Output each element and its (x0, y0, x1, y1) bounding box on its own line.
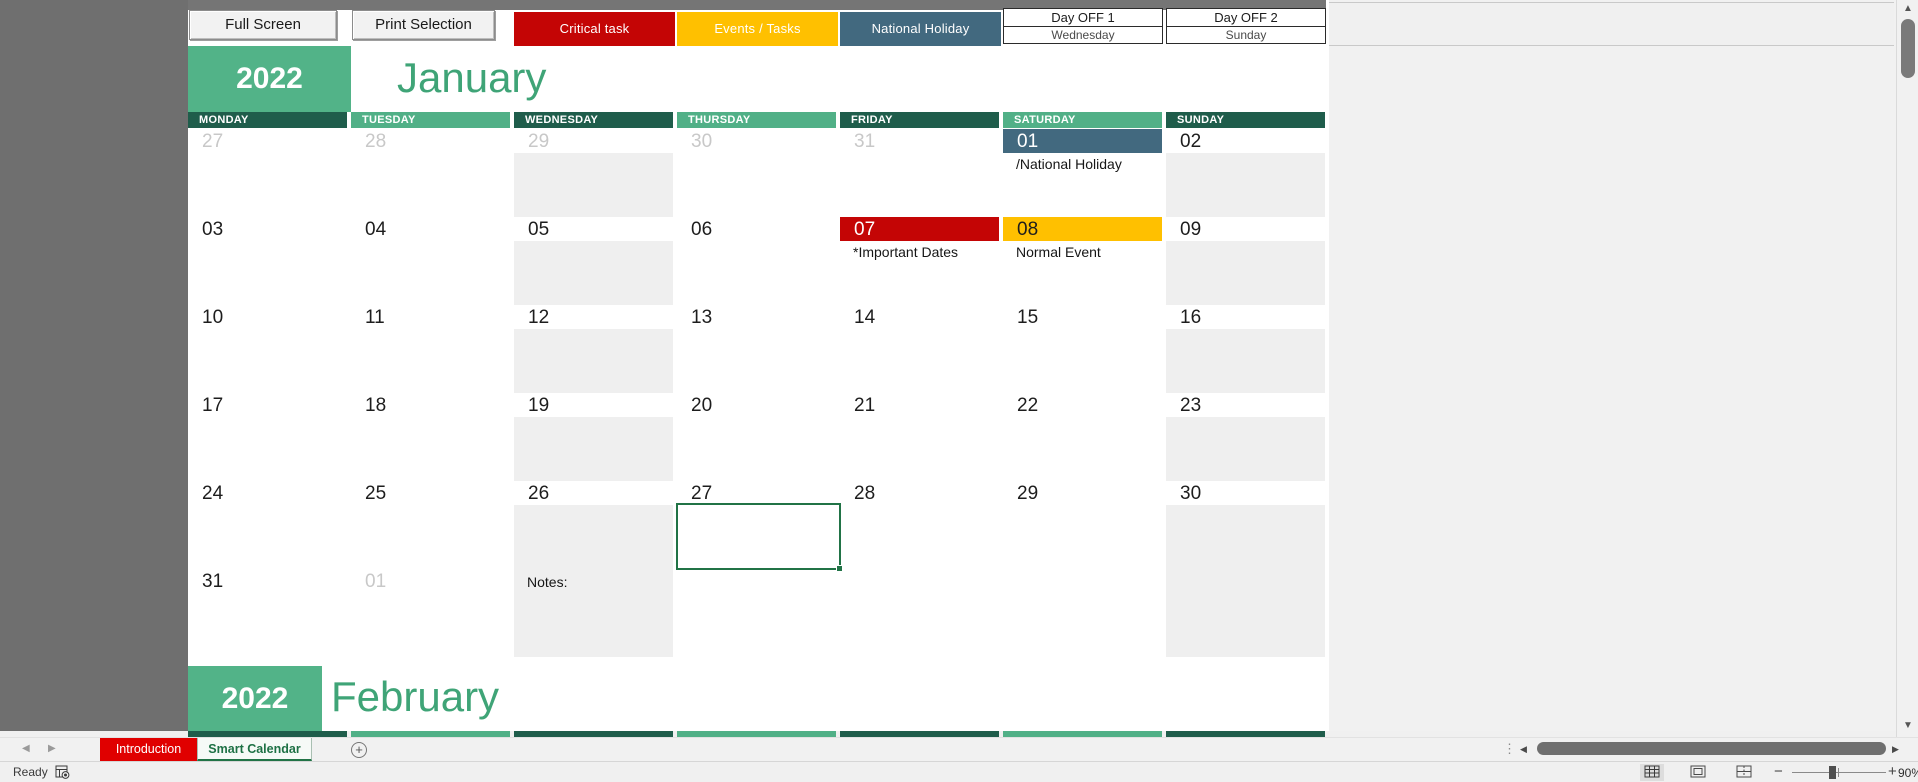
status-bar: Ready − + 90 (0, 761, 1918, 782)
full-screen-button[interactable]: Full Screen (189, 10, 337, 40)
year-badge-february: 2022 (188, 666, 322, 731)
sheet-right-area (1329, 0, 1896, 737)
vertical-scrollbar-thumb[interactable] (1901, 19, 1915, 78)
zoom-in-icon[interactable]: + (1888, 763, 1897, 780)
day-off-2-value: Sunday (1225, 28, 1267, 42)
day-off-1-title: Day OFF 1 (1004, 9, 1162, 27)
horizontal-scrollbar-thumb[interactable] (1537, 742, 1886, 755)
status-ready-label: Ready (13, 765, 48, 779)
zoom-slider-thumb[interactable] (1829, 766, 1836, 779)
zoom-slider-notch (1838, 768, 1839, 777)
sheet-left-margin (0, 0, 188, 731)
sheet-tab-introduction[interactable]: Introduction (100, 738, 197, 761)
legend-national-holiday: National Holiday (840, 12, 1001, 46)
day-off-2-title: Day OFF 2 (1167, 9, 1325, 27)
tab-nav-right-icon[interactable]: ▶ (48, 743, 56, 754)
day-off-1-value: Wednesday (1051, 28, 1115, 42)
normal-view-icon[interactable] (1640, 764, 1664, 781)
sheet-tab-smart-calendar[interactable]: Smart Calendar (197, 738, 312, 761)
scroll-up-icon[interactable]: ▲ (1897, 3, 1918, 14)
print-selection-button[interactable]: Print Selection (352, 10, 495, 40)
day-off-1-box[interactable]: Day OFF 1 Wednesday (1003, 8, 1163, 44)
hscroll-right-icon[interactable]: ▶ (1892, 744, 1899, 755)
month-title-february: February (331, 673, 500, 720)
sheet-tab-bar: ◀ ▶ Introduction Smart Calendar + ⋮ ◀ ▶ (0, 737, 1918, 761)
month-title-january: January (397, 54, 547, 101)
legend-events-tasks: Events / Tasks (677, 12, 838, 46)
day-off-2-box[interactable]: Day OFF 2 Sunday (1166, 8, 1326, 44)
new-sheet-icon[interactable]: + (351, 742, 367, 758)
page-layout-view-icon[interactable] (1686, 764, 1710, 781)
zoom-slider-track[interactable] (1792, 772, 1886, 773)
vertical-scrollbar[interactable]: ▲ ▼ (1896, 0, 1918, 737)
page-break-view-icon[interactable] (1732, 764, 1756, 781)
excel-window: Full Screen Print Selection Critical tas… (0, 0, 1918, 782)
tab-nav-left-icon[interactable]: ◀ (22, 743, 30, 754)
hscroll-left-icon[interactable]: ◀ (1520, 744, 1527, 755)
macro-record-icon[interactable] (55, 765, 70, 782)
tab-scroll-splitter[interactable]: ⋮ (1503, 741, 1516, 757)
zoom-level[interactable]: 90% (1898, 766, 1918, 780)
scroll-down-icon[interactable]: ▼ (1897, 720, 1918, 731)
sheet-right-band (1329, 2, 1894, 46)
year-badge-january: 2022 (188, 46, 351, 112)
zoom-out-icon[interactable]: − (1774, 763, 1783, 780)
legend-critical-task: Critical task (514, 12, 675, 46)
spreadsheet-area (188, 10, 1329, 731)
